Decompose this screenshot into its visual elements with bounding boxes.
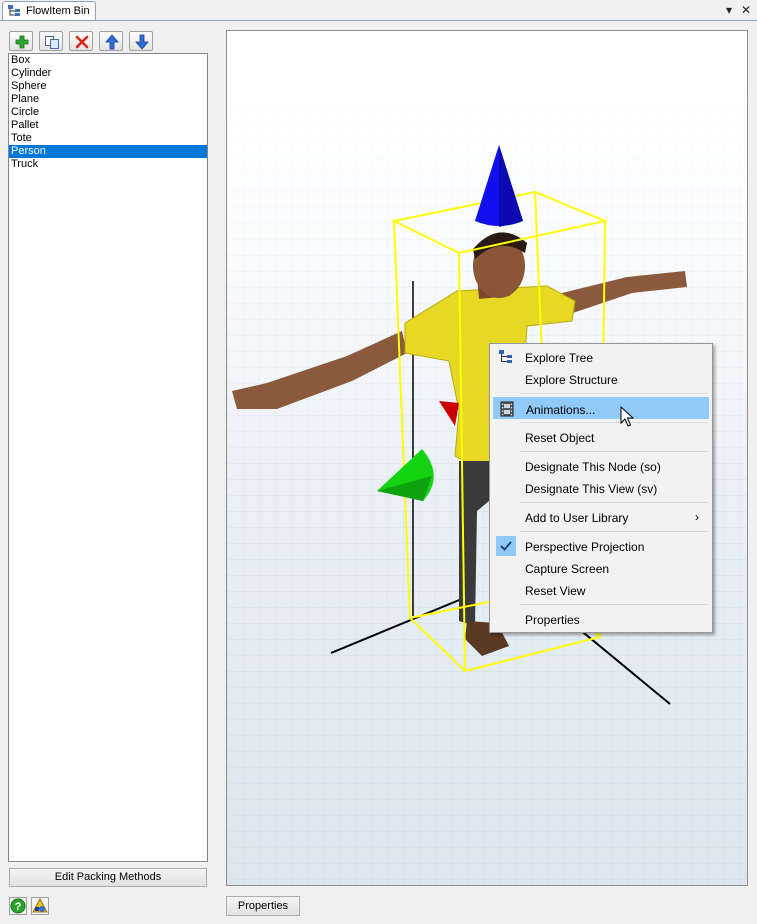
list-item-circle[interactable]: Circle — [9, 106, 207, 119]
menu-item-label: Capture Screen — [525, 562, 610, 576]
delete-button[interactable] — [69, 31, 93, 51]
menu-separator — [520, 531, 708, 532]
edit-packing-methods-button[interactable]: Edit Packing Methods — [9, 868, 207, 887]
plus-icon — [15, 35, 29, 49]
menu-item-explore-tree[interactable]: Explore Tree — [493, 346, 709, 368]
menu-item-label: Properties — [525, 613, 580, 627]
close-icon[interactable]: ✕ — [739, 3, 753, 17]
menu-item-label: Add to User Library — [525, 511, 629, 525]
menu-separator — [520, 422, 708, 423]
menu-item-label: Reset View — [525, 584, 586, 598]
edit-packing-methods-label: Edit Packing Methods — [54, 871, 162, 883]
list-item-cylinder[interactable]: Cylinder — [9, 67, 207, 80]
menu-separator — [520, 604, 708, 605]
tab-flowitem-bin[interactable]: FlowItem Bin — [2, 1, 96, 20]
film-icon — [500, 401, 514, 417]
svg-text:?: ? — [15, 901, 22, 913]
arrow-up-icon — [105, 34, 119, 50]
shapes-icon — [32, 898, 48, 913]
arrow-down-icon — [135, 34, 149, 50]
list-item-box[interactable]: Box — [9, 54, 207, 67]
menu-item-perspective-projection[interactable]: Perspective Projection — [493, 535, 709, 557]
menu-item-label: Explore Structure — [525, 373, 618, 387]
list-item-sphere[interactable]: Sphere — [9, 80, 207, 93]
title-bar: FlowItem Bin ▾ ✕ — [0, 0, 757, 21]
list-item-truck[interactable]: Truck — [9, 158, 207, 171]
menu-item-label: Designate This Node (so) — [525, 460, 661, 474]
menu-item-label: Reset Object — [525, 431, 595, 445]
menu-item-designate-node[interactable]: Designate This Node (so) — [493, 455, 709, 477]
menu-separator — [520, 451, 708, 452]
tree-icon — [8, 5, 20, 16]
menu-item-label: Perspective Projection — [525, 540, 645, 554]
dropdown-icon[interactable]: ▾ — [722, 3, 736, 17]
checkmark-icon — [496, 536, 516, 556]
properties-button[interactable]: Properties — [226, 896, 300, 916]
menu-item-capture-screen[interactable]: Capture Screen — [493, 557, 709, 579]
menu-item-explore-structure[interactable]: Explore Structure — [493, 368, 709, 390]
menu-item-animations[interactable]: Animations... — [493, 397, 709, 419]
move-down-button[interactable] — [129, 31, 153, 51]
duplicate-button[interactable] — [39, 31, 63, 51]
context-menu: Explore Tree Explore Structure Animation… — [489, 343, 713, 633]
menu-item-label: Animations... — [526, 403, 596, 417]
tree-icon — [499, 350, 512, 363]
list-item-tote[interactable]: Tote — [9, 132, 207, 145]
list-item-plane[interactable]: Plane — [9, 93, 207, 106]
mouse-cursor-icon — [620, 406, 634, 427]
list-item-pallet[interactable]: Pallet — [9, 119, 207, 132]
menu-item-reset-view[interactable]: Reset View — [493, 579, 709, 601]
shapes-button[interactable] — [31, 897, 49, 915]
menu-item-label: Explore Tree — [525, 351, 594, 365]
flowitem-list[interactable]: Box Cylinder Sphere Plane Circle Pallet … — [8, 53, 208, 862]
menu-item-properties[interactable]: Properties — [493, 608, 709, 630]
delete-icon — [75, 35, 89, 49]
duplicate-icon — [45, 36, 59, 49]
menu-separator — [520, 393, 708, 394]
list-item-person[interactable]: Person — [9, 145, 207, 158]
add-button[interactable] — [9, 31, 33, 51]
tab-title: FlowItem Bin — [26, 5, 90, 17]
help-button[interactable]: ? — [9, 897, 27, 915]
menu-item-add-to-user-library[interactable]: Add to User Library › — [493, 506, 709, 528]
menu-item-designate-view[interactable]: Designate This View (sv) — [493, 477, 709, 499]
help-icon: ? — [10, 898, 26, 914]
menu-item-reset-object[interactable]: Reset Object — [493, 426, 709, 448]
menu-separator — [520, 502, 708, 503]
submenu-arrow-icon: › — [695, 510, 699, 524]
move-up-button[interactable] — [99, 31, 123, 51]
properties-button-label: Properties — [237, 900, 289, 912]
menu-item-label: Designate This View (sv) — [525, 482, 658, 496]
